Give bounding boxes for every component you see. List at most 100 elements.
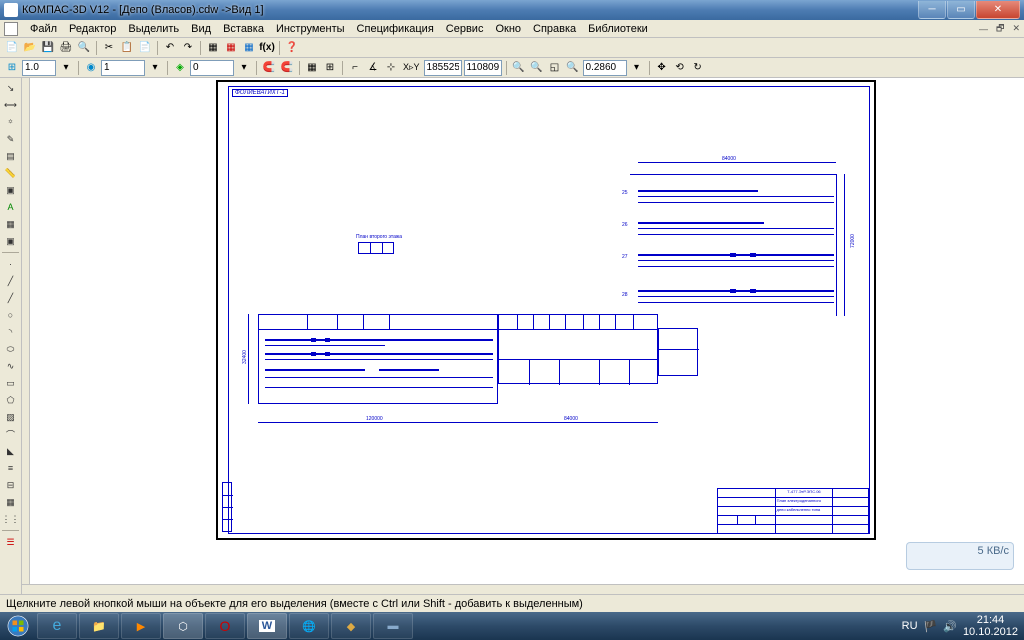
line2-icon[interactable]: ╱ xyxy=(2,290,20,306)
snap-icon[interactable]: ⊞ xyxy=(4,60,20,76)
tray-flag-icon[interactable]: 🏴 xyxy=(924,620,938,633)
preview-icon[interactable]: 🔍 xyxy=(76,40,92,56)
step-input[interactable] xyxy=(22,60,56,76)
rotate-icon[interactable]: ⟲ xyxy=(672,60,688,76)
taskbar-app1[interactable]: ◆ xyxy=(331,613,371,639)
coord-icon[interactable]: ⊹ xyxy=(383,60,399,76)
dropdown-icon[interactable]: ▾ xyxy=(629,60,645,76)
tray-lang[interactable]: RU xyxy=(902,620,918,632)
copy-icon[interactable]: 📋 xyxy=(119,40,135,56)
help-icon[interactable]: ❓ xyxy=(284,40,300,56)
hatch-icon[interactable]: ▨ xyxy=(2,409,20,425)
circle-icon[interactable]: ○ xyxy=(2,307,20,323)
param-icon[interactable]: ▤ xyxy=(2,148,20,164)
ortho-icon[interactable]: ⌐ xyxy=(347,60,363,76)
point-icon[interactable]: · xyxy=(2,256,20,272)
tray-clock[interactable]: 21:44 10.10.2012 xyxy=(963,614,1018,638)
zoom-fit-icon[interactable]: ◱ xyxy=(547,60,563,76)
menu-tools[interactable]: Инструменты xyxy=(270,21,351,37)
report-icon[interactable]: ▦ xyxy=(2,216,20,232)
network-gadget[interactable]: 5 КВ/с xyxy=(906,542,1014,570)
menu-spec[interactable]: Спецификация xyxy=(351,21,440,37)
horizontal-scrollbar[interactable] xyxy=(22,584,1024,594)
close-button[interactable]: ✕ xyxy=(976,1,1020,19)
pan-icon[interactable]: ✥ xyxy=(654,60,670,76)
taskbar-chrome[interactable]: 🌐 xyxy=(289,613,329,639)
dropdown-icon[interactable]: ▾ xyxy=(236,60,252,76)
tree-icon[interactable]: ▦ xyxy=(241,40,257,56)
menu-help[interactable]: Справка xyxy=(527,21,582,37)
print-icon[interactable]: 🖨 xyxy=(58,40,74,56)
redo-icon[interactable]: ↷ xyxy=(180,40,196,56)
line-icon[interactable]: ╱ xyxy=(2,273,20,289)
insert-icon[interactable]: ▣ xyxy=(2,233,20,249)
magnet-icon[interactable]: 🧲 xyxy=(261,60,277,76)
taskbar-app2[interactable]: ▬ xyxy=(373,613,413,639)
menu-window[interactable]: Окно xyxy=(489,21,527,37)
grid-icon[interactable]: ▦ xyxy=(304,60,320,76)
views-icon[interactable]: ▦ xyxy=(2,494,20,510)
menu-edit[interactable]: Редактор xyxy=(63,21,122,37)
edit-icon[interactable]: ✎ xyxy=(2,131,20,147)
open-icon[interactable]: 📂 xyxy=(22,40,38,56)
spline-icon[interactable]: ∿ xyxy=(2,358,20,374)
polygon-icon[interactable]: ⬠ xyxy=(2,392,20,408)
fx-icon[interactable]: f(x) xyxy=(259,40,275,56)
dropdown-icon[interactable]: ▾ xyxy=(58,60,74,76)
ellipse-icon[interactable]: ⬭ xyxy=(2,341,20,357)
layer-icon[interactable]: ◈ xyxy=(172,60,188,76)
mdi-close[interactable]: ✕ xyxy=(1008,23,1024,34)
taskbar-word[interactable]: W xyxy=(247,613,287,639)
menu-select[interactable]: Выделить xyxy=(122,21,185,37)
dropdown-icon[interactable]: ▾ xyxy=(147,60,163,76)
taskbar-kompas[interactable]: ⬡ xyxy=(163,613,203,639)
mdi-restore[interactable]: 🗗 xyxy=(992,21,1008,37)
menu-insert[interactable]: Вставка xyxy=(217,21,270,37)
zoom-input[interactable] xyxy=(583,60,627,76)
menu-libraries[interactable]: Библиотеки xyxy=(582,21,654,37)
zoom-in-icon[interactable]: 🔍 xyxy=(511,60,527,76)
new-icon[interactable]: 📄 xyxy=(4,40,20,56)
magnet2-icon[interactable]: 🧲 xyxy=(279,60,295,76)
menu-view[interactable]: Вид xyxy=(185,21,217,37)
props-icon[interactable]: ☰ xyxy=(2,534,20,550)
taskbar-ie[interactable]: e xyxy=(37,613,77,639)
state-icon[interactable]: ◉ xyxy=(83,60,99,76)
layer-input[interactable] xyxy=(190,60,234,76)
mdi-minimize[interactable]: — xyxy=(975,24,992,34)
drawing-canvas[interactable]: ФОЛИЕВАТИХТ-1 xyxy=(34,80,1022,580)
grid2-icon[interactable]: ⊞ xyxy=(322,60,338,76)
props-icon[interactable]: ▦ xyxy=(205,40,221,56)
undo-icon[interactable]: ↶ xyxy=(162,40,178,56)
pattern-icon[interactable]: ⋮⋮ xyxy=(2,511,20,527)
menu-file[interactable]: Файл xyxy=(24,21,63,37)
spec-icon[interactable]: A xyxy=(2,199,20,215)
mdi-icon[interactable] xyxy=(4,22,18,36)
fillet-icon[interactable]: ⌒ xyxy=(2,426,20,442)
dimension-icon[interactable]: ⟷ xyxy=(2,97,20,113)
refresh-icon[interactable]: ↻ xyxy=(690,60,706,76)
arc-icon[interactable]: ◝ xyxy=(2,324,20,340)
tray-volume-icon[interactable]: 🔊 xyxy=(943,620,957,633)
text-icon[interactable]: ꙳ xyxy=(2,114,20,130)
assembly-icon[interactable]: ⊟ xyxy=(2,477,20,493)
measure-icon[interactable]: 📏 xyxy=(2,165,20,181)
rect-icon[interactable]: ▭ xyxy=(2,375,20,391)
paste-icon[interactable]: 📄 xyxy=(137,40,153,56)
taskbar-media[interactable]: ▶ xyxy=(121,613,161,639)
save-icon[interactable]: 💾 xyxy=(40,40,56,56)
cut-icon[interactable]: ✂ xyxy=(101,40,117,56)
geometry-icon[interactable]: ↘ xyxy=(2,80,20,96)
start-button[interactable] xyxy=(0,612,36,640)
coord-y-input[interactable] xyxy=(464,60,502,76)
coord-x-input[interactable] xyxy=(424,60,462,76)
layers-icon[interactable]: ▦ xyxy=(223,40,239,56)
maximize-button[interactable]: ▭ xyxy=(947,1,975,19)
taskbar-explorer[interactable]: 📁 xyxy=(79,613,119,639)
zoom-out-icon[interactable]: 🔍 xyxy=(529,60,545,76)
zoom-sel-icon[interactable]: 🔍 xyxy=(565,60,581,76)
taskbar-opera[interactable]: O xyxy=(205,613,245,639)
angle-icon[interactable]: ∡ xyxy=(365,60,381,76)
chamfer-icon[interactable]: ◣ xyxy=(2,443,20,459)
state-input[interactable] xyxy=(101,60,145,76)
